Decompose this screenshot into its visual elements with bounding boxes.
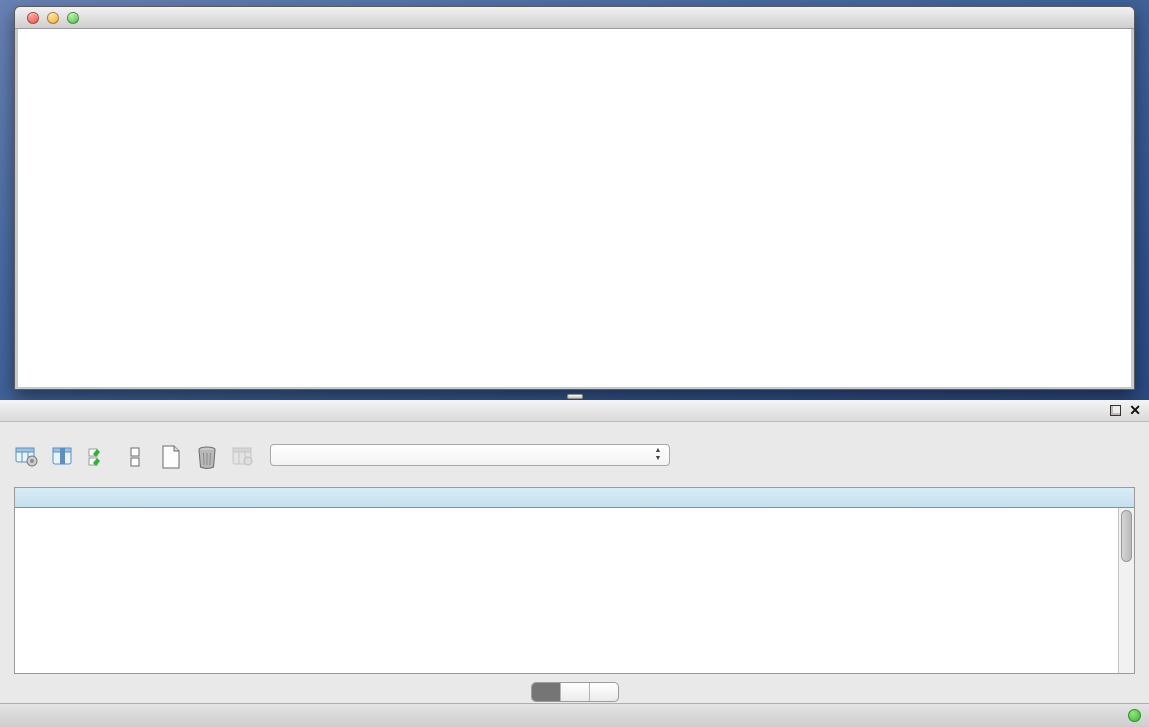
delete-rows-icon[interactable] — [194, 444, 220, 470]
tab-node-table[interactable] — [532, 683, 561, 701]
tab-edge-table[interactable] — [561, 683, 590, 701]
delete-table-icon[interactable] — [230, 444, 256, 470]
dropdown-stepper-icon: ▲▼ — [651, 447, 665, 463]
minimize-window-button[interactable] — [47, 12, 59, 24]
table-panel: ✕ ▲▼ — [0, 400, 1149, 727]
float-panel-icon[interactable] — [1110, 405, 1121, 416]
splitter-handle[interactable] — [567, 394, 583, 399]
memory-status-indicator[interactable] — [1128, 709, 1141, 722]
table-panel-header: ✕ — [0, 400, 1149, 422]
window-titlebar[interactable] — [15, 7, 1134, 29]
select-rows-icon[interactable] — [86, 444, 112, 470]
table-toolbar — [14, 440, 292, 474]
status-bar — [0, 703, 1149, 727]
table-selector-dropdown[interactable]: ▲▼ — [270, 444, 670, 466]
close-window-button[interactable] — [27, 12, 39, 24]
close-panel-icon[interactable]: ✕ — [1129, 402, 1141, 419]
tab-network-table[interactable] — [590, 683, 618, 701]
table-settings-icon[interactable] — [14, 444, 40, 470]
network-canvas[interactable] — [18, 29, 1131, 387]
table-header-row — [15, 488, 1134, 508]
vertical-scrollbar[interactable] — [1118, 508, 1134, 673]
node-table — [14, 487, 1135, 674]
column-settings-icon[interactable] — [50, 444, 76, 470]
row-height-icon[interactable] — [122, 444, 148, 470]
zoom-window-button[interactable] — [67, 12, 79, 24]
network-window — [14, 6, 1135, 390]
table-mode-tabs — [531, 682, 619, 702]
scrollbar-thumb[interactable] — [1121, 510, 1132, 562]
new-table-icon[interactable] — [158, 444, 184, 470]
